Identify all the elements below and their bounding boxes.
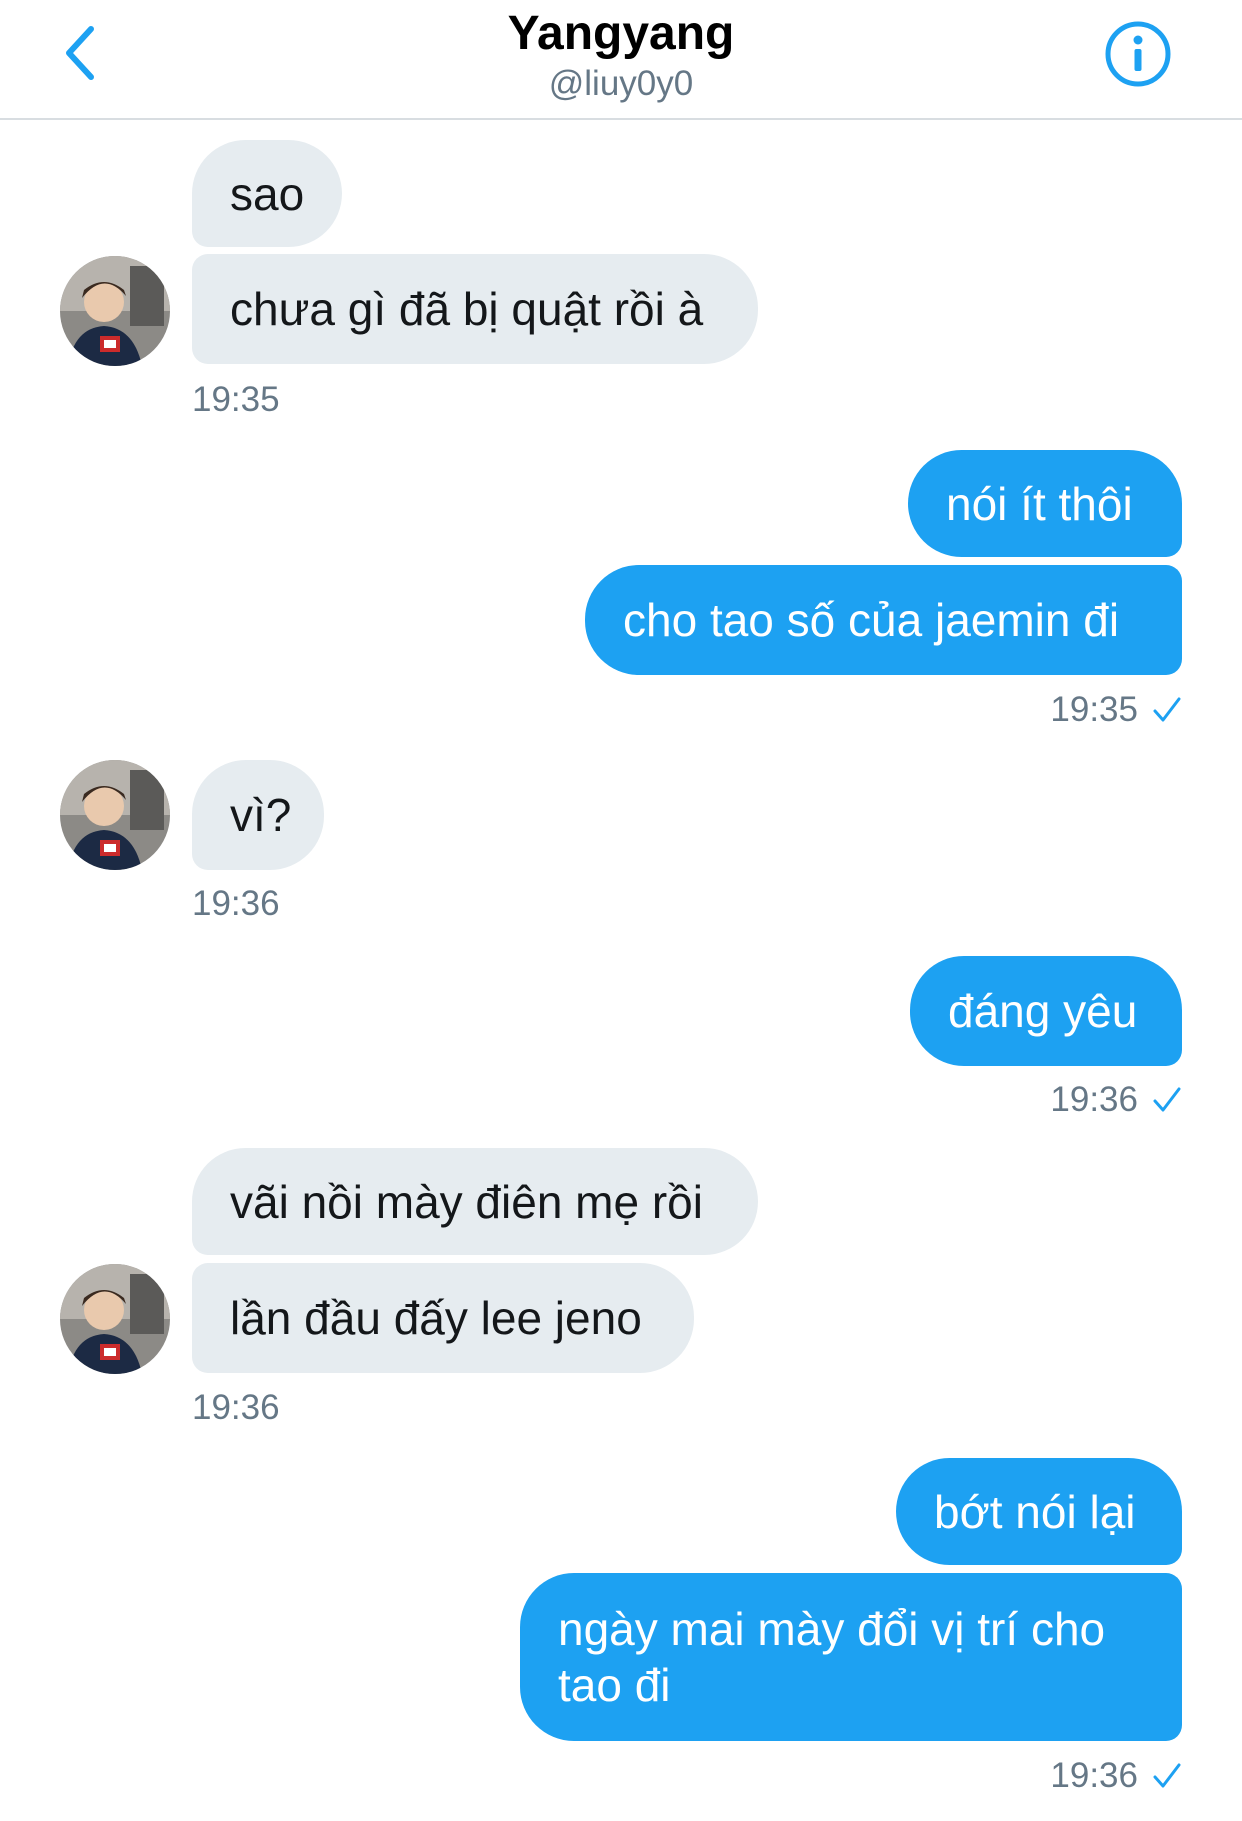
message-timestamp-row: 19:35 xyxy=(1050,690,1182,730)
message-timestamp-row: 19:36 xyxy=(1050,1080,1182,1120)
info-button[interactable] xyxy=(1102,18,1174,90)
avatar[interactable] xyxy=(60,1264,170,1374)
sent-message-bubble[interactable]: ngày mai mày đổi vị trí cho tao đi xyxy=(520,1573,1182,1741)
message-timestamp: 19:36 xyxy=(192,1388,280,1427)
sent-message-bubble[interactable]: bớt nói lại xyxy=(896,1458,1182,1565)
message-text: vãi nồi mày điên mẹ rồi xyxy=(230,1175,703,1228)
message-text: chưa gì đã bị quật rồi à xyxy=(230,283,704,335)
received-message-bubble[interactable]: vì? xyxy=(192,760,324,870)
message-timestamp: 19:35 xyxy=(1050,690,1138,729)
message-text: nói ít thôi xyxy=(946,477,1133,530)
message-text: lần đầu đấy lee jeno xyxy=(230,1292,642,1344)
sent-message-bubble[interactable]: nói ít thôi xyxy=(908,450,1182,557)
message-timestamp: 19:35 xyxy=(192,380,280,419)
conversation-title-block[interactable]: Yangyang @liuy0y0 xyxy=(0,4,1242,104)
message-text: ngày mai mày đổi vị trí cho tao đi xyxy=(558,1603,1106,1711)
sent-message-bubble[interactable]: cho tao số của jaemin đi xyxy=(585,565,1182,675)
message-text: sao xyxy=(230,167,305,220)
avatar-photo xyxy=(60,760,170,870)
received-message-bubble[interactable]: chưa gì đã bị quật rồi à xyxy=(192,254,758,364)
message-text: vì? xyxy=(230,789,292,841)
conversation-header: Yangyang @liuy0y0 xyxy=(0,0,1242,120)
info-icon xyxy=(1105,21,1171,87)
avatar-photo xyxy=(60,1264,170,1374)
contact-handle: @liuy0y0 xyxy=(548,64,694,103)
message-text: bớt nói lại xyxy=(934,1485,1136,1538)
message-text: đáng yêu xyxy=(948,985,1138,1037)
message-timestamp: 19:36 xyxy=(1050,1080,1138,1119)
avatar[interactable] xyxy=(60,760,170,870)
avatar[interactable] xyxy=(60,256,170,366)
checkmark-icon xyxy=(1152,695,1182,725)
message-text: cho tao số của jaemin đi xyxy=(623,594,1120,646)
message-timestamp: 19:36 xyxy=(1050,1756,1138,1795)
contact-name: Yangyang xyxy=(507,7,735,60)
sent-message-bubble[interactable]: đáng yêu xyxy=(910,956,1182,1066)
received-message-bubble[interactable]: lần đầu đấy lee jeno xyxy=(192,1263,694,1373)
avatar-photo xyxy=(60,256,170,366)
message-timestamp-row: 19:36 xyxy=(1050,1756,1182,1796)
message-timestamp: 19:36 xyxy=(192,884,280,923)
received-message-bubble[interactable]: sao xyxy=(192,140,342,247)
checkmark-icon xyxy=(1152,1085,1182,1115)
checkmark-icon xyxy=(1152,1761,1182,1791)
received-message-bubble[interactable]: vãi nồi mày điên mẹ rồi xyxy=(192,1148,758,1255)
